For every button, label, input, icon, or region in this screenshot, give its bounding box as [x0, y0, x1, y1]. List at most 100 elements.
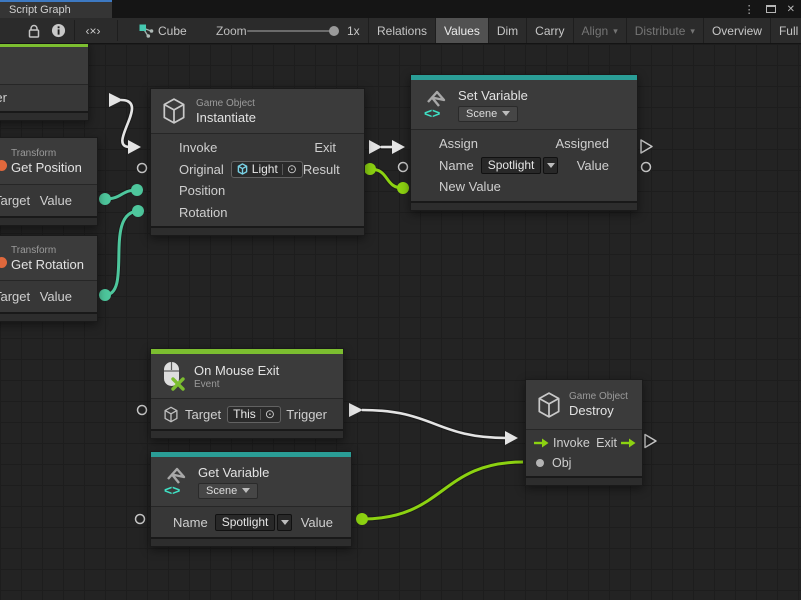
distribute-button[interactable]: Distribute▾ [627, 18, 704, 43]
wire-value-to-obj[interactable] [362, 462, 523, 519]
object-field-this[interactable]: This ⊙ [227, 406, 281, 423]
node-instantiate[interactable]: Game Object Instantiate Invoke Exit Orig… [150, 88, 365, 236]
port-original-label: Original [179, 162, 224, 177]
port-newvalue-in[interactable] [397, 182, 409, 194]
port-invoke-in[interactable] [128, 140, 141, 154]
port-name-label: Name [173, 515, 208, 530]
node-title: Get Rotation [11, 257, 84, 272]
port-destroy-invoke-in[interactable] [505, 431, 518, 445]
port-assign-label: Assign [439, 136, 478, 151]
graph-canvas[interactable]: Trigger Transform Get Position Target Va… [0, 44, 801, 600]
relations-button[interactable]: Relations [368, 18, 436, 43]
port-value-out[interactable] [642, 163, 651, 172]
object-field-value: This [233, 407, 256, 421]
variable-name-dropdown[interactable] [543, 157, 558, 174]
toolbar-separator [74, 20, 75, 41]
object-field-light[interactable]: Light ⊙ [231, 161, 303, 178]
align-button[interactable]: Align▾ [574, 18, 627, 43]
port-assigned-out[interactable] [641, 140, 652, 153]
wire-getrotation-to-rotation[interactable] [105, 211, 138, 295]
tab-title: Script Graph [9, 4, 71, 16]
node-category: Transform [11, 148, 82, 159]
wire-getposition-to-position[interactable] [105, 190, 137, 199]
zoom-slider[interactable] [247, 18, 335, 43]
port-assign-in[interactable] [392, 140, 405, 154]
zoom-label: Zoom [216, 18, 247, 43]
code-icon[interactable]: ‹×› [78, 18, 108, 43]
object-picker-icon[interactable]: ⊙ [287, 163, 297, 175]
port-assigned-label: Assigned [556, 136, 609, 151]
port-invoke-label: Invoke [553, 436, 590, 450]
port-invoke-label: Invoke [179, 140, 217, 155]
variable-name-field[interactable]: Spotlight [481, 157, 542, 174]
port-exit-label: Exit [314, 140, 336, 155]
object-field-value: Light [252, 162, 278, 176]
port-rotation-in[interactable] [132, 205, 144, 217]
node-category: Game Object [569, 391, 628, 402]
variable-name-dropdown[interactable] [277, 514, 292, 531]
zoom-slider-handle[interactable] [329, 26, 339, 36]
wire-layer [0, 44, 801, 600]
overview-button[interactable]: Overview [704, 18, 771, 43]
port-target-label: Target [0, 289, 30, 304]
node-get-position[interactable]: Transform Get Position Target Value [0, 137, 98, 226]
wire-result-to-newvalue[interactable] [370, 169, 403, 188]
node-offscreen-event[interactable]: Trigger [0, 44, 89, 121]
port-trigger-out[interactable] [109, 93, 123, 107]
object-picker-icon[interactable]: ⊙ [265, 408, 275, 420]
port-original-in[interactable] [138, 164, 147, 173]
port-position-value-out[interactable] [99, 193, 111, 205]
node-set-variable[interactable]: <> Set Variable Scene Assign Assigned [410, 74, 638, 211]
port-target-in[interactable] [138, 406, 147, 415]
node-destroy[interactable]: Game Object Destroy Invoke Exit [525, 379, 643, 486]
dropdown-arrow-icon [547, 163, 555, 168]
node-title: Instantiate [196, 110, 256, 125]
port-value-out[interactable] [356, 513, 368, 525]
node-on-mouse-exit[interactable]: On Mouse Exit Event Target This [150, 348, 344, 439]
carry-button[interactable]: Carry [527, 18, 573, 43]
maximize-icon[interactable] [766, 5, 776, 13]
port-result-out[interactable] [364, 163, 376, 175]
lock-icon[interactable] [24, 18, 44, 43]
port-value-label: Value [577, 158, 609, 173]
node-title: Set Variable [458, 88, 528, 103]
variable-icon: <> [421, 89, 449, 121]
port-rotation-value-out[interactable] [99, 289, 111, 301]
port-obj-label: Obj [552, 456, 571, 470]
svg-text:<>: <> [164, 482, 180, 498]
dim-button[interactable]: Dim [489, 18, 527, 43]
node-title: On Mouse Exit [194, 363, 279, 378]
info-icon[interactable] [48, 18, 68, 43]
node-get-rotation[interactable]: Transform Get Rotation Target Value [0, 235, 98, 322]
port-position-in[interactable] [131, 184, 143, 196]
graph-breadcrumb[interactable]: Cube [158, 18, 187, 43]
node-category: Transform [11, 245, 84, 256]
port-exit-out[interactable] [369, 140, 382, 154]
graph-icon [139, 18, 154, 43]
port-value-label: Value [40, 193, 72, 208]
variable-name-field[interactable]: Spotlight [215, 514, 276, 531]
node-category: Game Object [196, 98, 256, 109]
variable-kind-dropdown[interactable]: Scene [198, 483, 258, 499]
node-footer [151, 537, 351, 546]
port-name-in[interactable] [399, 163, 408, 172]
flow-arrow-icon [534, 438, 549, 448]
full-screen-button[interactable]: Full Screen [771, 18, 801, 43]
wire-trigger-to-destroy[interactable] [362, 410, 507, 438]
values-button[interactable]: Values [436, 18, 489, 43]
port-trigger-out[interactable] [349, 403, 363, 417]
port-name-in[interactable] [136, 515, 145, 524]
zoom-slider-track[interactable] [247, 30, 335, 32]
wire-event-to-instantiate[interactable] [121, 100, 132, 147]
node-footer [0, 312, 97, 321]
dropdown-arrow-icon [242, 488, 250, 493]
port-destroy-exit-out[interactable] [645, 435, 656, 448]
kebab-menu-icon[interactable]: ⋮ [744, 3, 755, 16]
node-footer [0, 216, 97, 225]
tab-script-graph[interactable]: Script Graph [0, 0, 112, 18]
dropdown-arrow-icon [502, 111, 510, 116]
node-get-variable[interactable]: <> Get Variable Scene Name Spotlight [150, 451, 352, 547]
port-newvalue-label: New Value [439, 179, 501, 194]
close-icon[interactable]: ✕ [787, 4, 795, 15]
variable-kind-dropdown[interactable]: Scene [458, 106, 518, 122]
